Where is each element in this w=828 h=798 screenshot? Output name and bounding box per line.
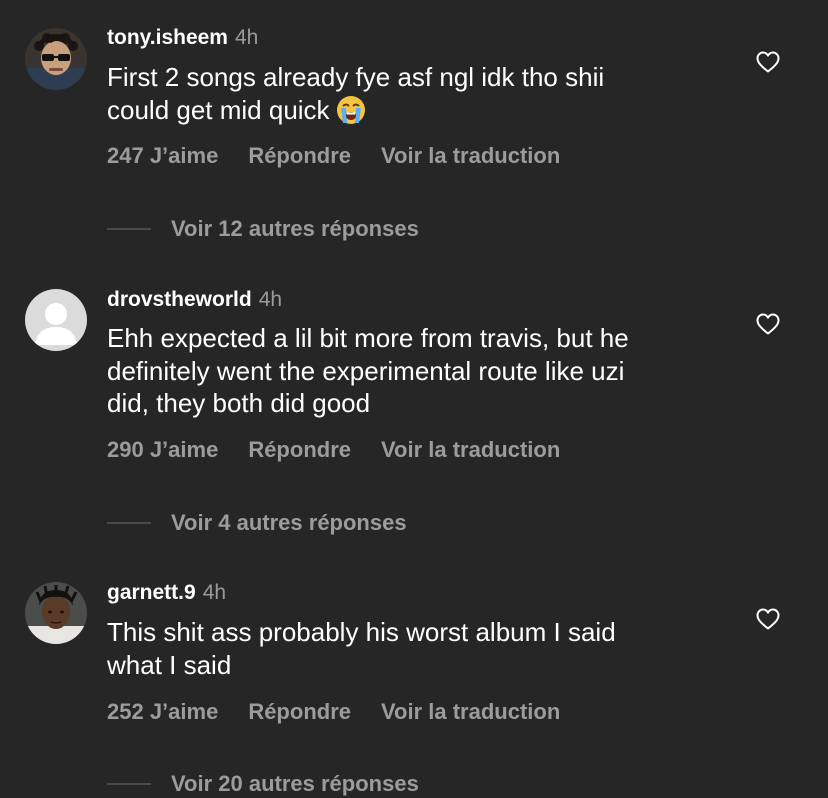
comment: tony.isheem 4h First 2 songs already fye … [0, 25, 828, 245]
see-translation-button[interactable]: Voir la traduction [381, 437, 560, 462]
timestamp: 4h [258, 288, 283, 311]
replies-divider [107, 228, 151, 230]
comment: garnett.9 4h This shit ass probably his w… [0, 580, 828, 796]
username[interactable]: drovstheworld [107, 288, 252, 311]
replies-divider [107, 522, 151, 524]
comment-text: Ehh expected a lil bit more from travis,… [107, 322, 727, 420]
username[interactable]: garnett.9 [107, 581, 196, 604]
comment-text-line: This shit ass probably his worst album I… [107, 617, 616, 647]
view-replies-label[interactable]: Voir 4 autres réponses [171, 510, 407, 535]
likes-count[interactable]: 247 J’aime [107, 143, 218, 168]
reply-button[interactable]: Répondre [248, 699, 351, 724]
comment-text-line: Ehh expected a lil bit more from travis,… [107, 323, 629, 353]
view-replies[interactable]: Voir 12 autres réponses [107, 215, 419, 243]
comment-text-line: did, they both did good [107, 388, 371, 418]
username[interactable]: tony.isheem [107, 26, 228, 49]
comment-actions: 290 J’aime Répondre Voir la traduction [107, 436, 590, 464]
timestamp: 4h [234, 26, 259, 49]
comment-header: drovstheworld 4h [107, 287, 282, 315]
loudly-crying-face-icon [336, 95, 366, 125]
heart-outline-icon[interactable] [756, 608, 780, 630]
heart-outline-icon[interactable] [756, 313, 780, 335]
comment-actions: 252 J’aime Répondre Voir la traduction [107, 698, 590, 726]
see-translation-button[interactable]: Voir la traduction [381, 699, 560, 724]
comment-text-line: First 2 songs already fye asf ngl idk th… [107, 62, 605, 92]
reply-button[interactable]: Répondre [248, 143, 351, 168]
view-replies-label[interactable]: Voir 12 autres réponses [171, 216, 419, 241]
comment-text-line: could get mid quick [107, 94, 727, 127]
view-replies[interactable]: Voir 20 autres réponses [107, 770, 419, 798]
comment-text-line: definitely went the experimental route l… [107, 355, 625, 386]
see-translation-button[interactable]: Voir la traduction [381, 143, 560, 168]
comment-text-fragment: could get mid quick [107, 94, 330, 125]
avatar[interactable] [25, 28, 87, 90]
comment-header: tony.isheem 4h [107, 25, 258, 53]
likes-count[interactable]: 290 J’aime [107, 437, 218, 462]
reply-button[interactable]: Répondre [248, 437, 351, 462]
likes-count[interactable]: 252 J’aime [107, 699, 218, 724]
comment-text: First 2 songs already fye asf ngl idk th… [107, 61, 727, 126]
replies-divider [107, 783, 151, 785]
view-replies-label[interactable]: Voir 20 autres réponses [171, 771, 419, 796]
comment-header: garnett.9 4h [107, 580, 226, 608]
comment: drovstheworld 4h Ehh expected a lil bit m… [0, 287, 828, 537]
comment-text-line: what I said [107, 649, 232, 680]
avatar[interactable] [25, 289, 87, 351]
heart-outline-icon[interactable] [756, 51, 780, 73]
avatar[interactable] [25, 582, 87, 644]
timestamp: 4h [202, 581, 227, 604]
comment-text: This shit ass probably his worst album I… [107, 616, 727, 681]
view-replies[interactable]: Voir 4 autres réponses [107, 509, 407, 537]
comment-actions: 247 J’aime Répondre Voir la traduction [107, 142, 590, 170]
